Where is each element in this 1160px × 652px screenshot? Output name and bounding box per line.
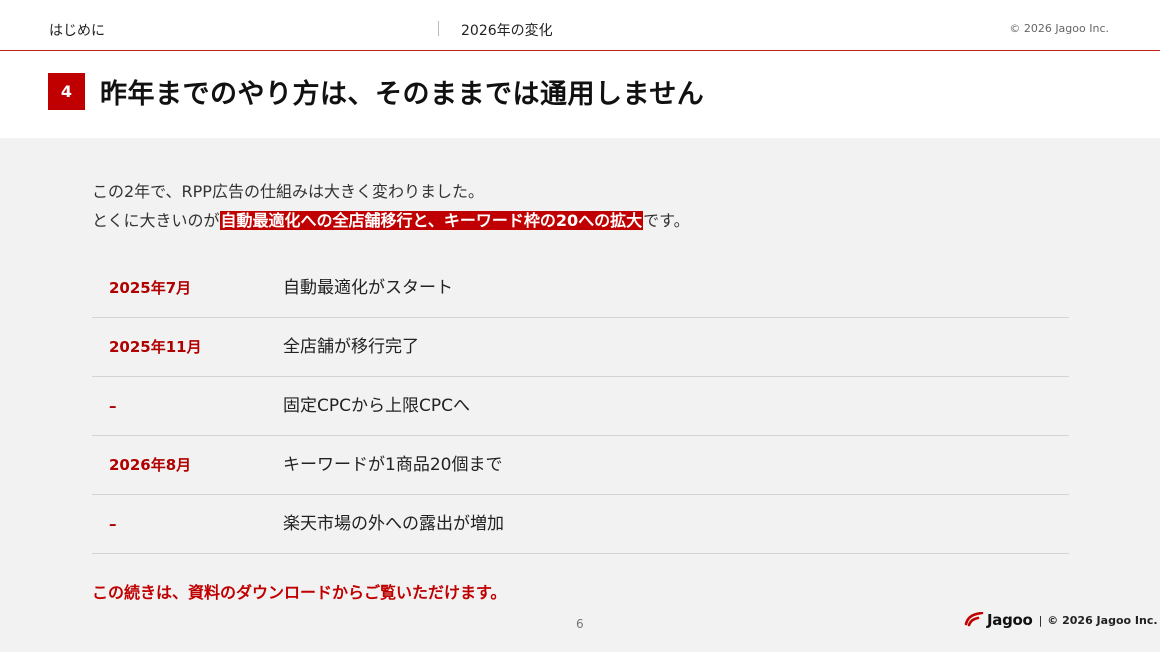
timeline-event: 全店舗が移行完了 <box>283 337 419 357</box>
timeline-row: – 楽天市場の外への露出が増加 <box>92 495 1069 554</box>
timeline-event: キーワードが1商品20個まで <box>283 455 503 475</box>
intro-line-2-suffix: です。 <box>643 211 690 230</box>
download-cta-text: この続きは、資料のダウンロードからご覧いただけます。 <box>92 583 507 602</box>
timeline-row: 2025年11月 全店舗が移行完了 <box>92 318 1069 377</box>
section-label: はじめに <box>49 23 105 39</box>
brand-name: Jagoo <box>987 611 1033 629</box>
footer-separator: | <box>1038 613 1043 627</box>
slide-header: はじめに 2026年の変化 © 2026 Jagoo Inc. 4 昨年までのや… <box>0 0 1160 138</box>
timeline-row: 2025年7月 自動最適化がスタート <box>92 259 1069 318</box>
header-copyright: © 2026 Jagoo Inc. <box>1009 22 1109 35</box>
footer-brand: Jagoo | © 2026 Jagoo Inc. <box>964 611 1158 629</box>
page-number: 6 <box>576 617 584 631</box>
timeline-date: 2025年11月 <box>109 338 202 356</box>
timeline-date: – <box>109 515 117 533</box>
page-title: 昨年までのやり方は、そのままでは通用しません <box>100 79 705 110</box>
timeline-table: 2025年7月 自動最適化がスタート 2025年11月 全店舗が移行完了 – 固… <box>92 259 1069 554</box>
footer-copyright: © 2026 Jagoo Inc. <box>1047 613 1158 627</box>
header-bar: はじめに 2026年の変化 © 2026 Jagoo Inc. <box>0 0 1160 51</box>
intro-line-2-prefix: とくに大きいのが <box>92 211 220 230</box>
header-divider <box>438 21 439 36</box>
timeline-row: – 固定CPCから上限CPCへ <box>92 377 1069 436</box>
timeline-date: – <box>109 397 117 415</box>
timeline-date: 2026年8月 <box>109 456 192 474</box>
intro-line-2: とくに大きいのが自動最適化への全店舗移行と、キーワード枠の20への拡大です。 <box>92 206 690 235</box>
intro-text: この2年で、RPP広告の仕組みは大きく変わりました。 とくに大きいのが自動最適化… <box>92 177 690 235</box>
intro-highlight: 自動最適化への全店舗移行と、キーワード枠の20への拡大 <box>219 211 644 230</box>
title-number-badge: 4 <box>48 73 85 110</box>
subsection-label: 2026年の変化 <box>461 23 553 39</box>
timeline-event: 固定CPCから上限CPCへ <box>283 396 470 416</box>
intro-line-1: この2年で、RPP広告の仕組みは大きく変わりました。 <box>92 182 484 201</box>
jagoo-logo-icon <box>964 612 984 627</box>
timeline-event: 自動最適化がスタート <box>283 278 453 298</box>
timeline-row: 2026年8月 キーワードが1商品20個まで <box>92 436 1069 495</box>
timeline-event: 楽天市場の外への露出が増加 <box>283 514 504 534</box>
timeline-date: 2025年7月 <box>109 279 192 297</box>
